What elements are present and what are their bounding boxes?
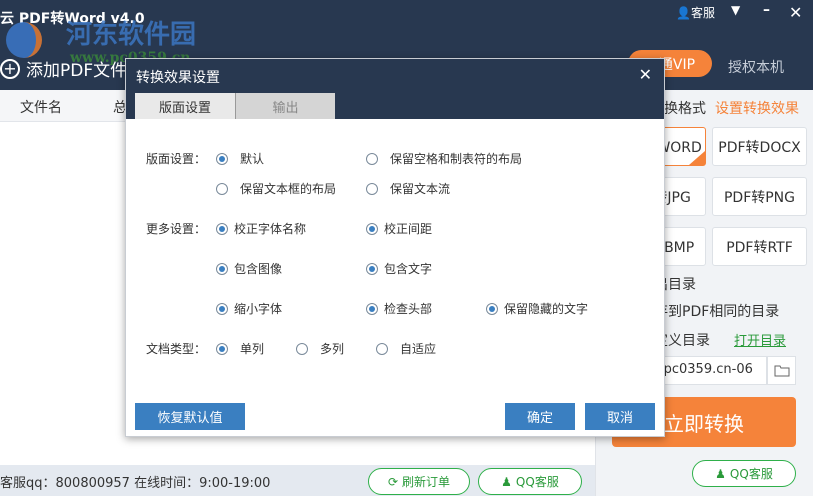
option-label: 检查头部 (384, 302, 433, 316)
option-label: 单列 (240, 342, 265, 356)
set-effect-link[interactable]: 设置转换效果 (715, 98, 799, 118)
option-label: 缩小字体 (234, 302, 283, 316)
radio-icon (216, 152, 228, 165)
customer-service-button[interactable]: 👤客服 (676, 4, 715, 21)
dialog-close-icon[interactable]: ✕ (639, 65, 652, 84)
reset-defaults-button[interactable]: 恢复默认值 (135, 403, 245, 430)
conversion-settings-dialog: 转换效果设置 ✕ 版面设置 输出 版面设置： 默认 保留空格和制表符的布局 保留… (125, 58, 665, 437)
format-png[interactable]: PDF转PNG (712, 177, 807, 216)
more-label: 更多设置： (146, 222, 207, 236)
plus-icon: + (0, 58, 20, 79)
format-rtf[interactable]: PDF转RTF (712, 227, 807, 266)
layout-keep-flow[interactable]: 保留文本流 (366, 180, 450, 197)
radio-icon (366, 152, 378, 165)
radio-icon (366, 182, 378, 195)
doctype-single[interactable]: 单列 (216, 340, 264, 357)
qq-service-button[interactable]: ♟ QQ客服 (692, 460, 796, 487)
radio-icon (486, 302, 498, 315)
option-label: 默认 (240, 152, 265, 166)
option-label: 校正间距 (384, 222, 433, 236)
column-filename: 文件名 (20, 100, 62, 116)
option-label: 保留隐藏的文字 (504, 302, 589, 316)
layout-label: 版面设置： (146, 152, 207, 166)
radio-icon (366, 222, 378, 235)
doctype-label: 文档类型： (146, 342, 207, 356)
contact-info: 客服qq：800800957 在线时间：9:00-19:00 (0, 476, 271, 491)
opt-check-header[interactable]: 检查头部 (366, 300, 432, 317)
kefu-label: 客服 (690, 6, 715, 20)
radio-icon (366, 262, 378, 275)
option-label: 多列 (320, 342, 345, 356)
opt-fix-font[interactable]: 校正字体名称 (216, 220, 306, 237)
qq-service-button-bottom[interactable]: ♟ QQ客服 (478, 468, 582, 495)
option-label: 保留空格和制表符的布局 (390, 152, 523, 166)
radio-icon (376, 342, 388, 355)
doctype-multi[interactable]: 多列 (296, 340, 344, 357)
qq-icon: ♟ (715, 466, 726, 481)
layout-default[interactable]: 默认 (216, 150, 264, 167)
close-icon[interactable]: ✕ (789, 3, 802, 22)
opt-keep-hidden-text[interactable]: 保留隐藏的文字 (486, 300, 588, 317)
layout-keep-spaces[interactable]: 保留空格和制表符的布局 (366, 150, 522, 167)
option-label: 保留文本流 (390, 182, 451, 196)
option-label: 校正字体名称 (234, 222, 307, 236)
watermark-logo (6, 22, 42, 58)
minimize-icon[interactable]: – (763, 2, 770, 18)
user-icon: 👤 (676, 6, 691, 20)
add-pdf-label: 添加PDF文件 (26, 61, 128, 81)
opt-shrink-font[interactable]: 缩小字体 (216, 300, 282, 317)
radio-icon (296, 342, 308, 355)
cancel-button[interactable]: 取消 (585, 403, 655, 430)
qq-label: QQ客服 (515, 475, 559, 489)
radio-icon (216, 342, 228, 355)
dialog-tabs: 版面设置 输出 (126, 93, 664, 119)
ok-button[interactable]: 确定 (505, 403, 575, 430)
radio-icon (216, 182, 228, 195)
menu-dropdown-icon[interactable]: ▼ (731, 3, 740, 17)
add-pdf-button[interactable]: + 添加PDF文件 (0, 56, 127, 81)
open-dir-link[interactable]: 打开目录 (734, 330, 786, 349)
refresh-icon: ⟳ (387, 474, 399, 489)
layout-keep-textbox[interactable]: 保留文本框的布局 (216, 180, 336, 197)
authorize-button[interactable]: 授权本机 (728, 57, 784, 77)
option-label: 自适应 (400, 342, 437, 356)
radio-icon (366, 302, 378, 315)
tab-layout[interactable]: 版面设置 (135, 93, 235, 119)
opt-include-images[interactable]: 包含图像 (216, 260, 282, 277)
option-label: 保留文本框的布局 (240, 182, 337, 196)
watermark-name: 河东软件园 (66, 20, 197, 50)
folder-icon[interactable] (767, 356, 796, 385)
opt-include-text[interactable]: 包含文字 (366, 260, 432, 277)
opt-fix-spacing[interactable]: 校正间距 (366, 220, 432, 237)
option-label: 包含图像 (234, 262, 283, 276)
doctype-auto[interactable]: 自适应 (376, 340, 436, 357)
dialog-title: 转换效果设置 (126, 59, 664, 93)
radio-icon (216, 262, 228, 275)
qq-label: QQ客服 (729, 467, 773, 481)
refresh-label: 刷新订单 (402, 475, 451, 489)
radio-icon (216, 302, 228, 315)
qq-icon: ♟ (501, 474, 512, 489)
format-docx[interactable]: PDF转DOCX (712, 127, 807, 166)
radio-icon (216, 222, 228, 235)
refresh-order-button[interactable]: ⟳ 刷新订单 (368, 468, 470, 495)
tab-output[interactable]: 输出 (235, 93, 335, 119)
option-label: 包含文字 (384, 262, 433, 276)
